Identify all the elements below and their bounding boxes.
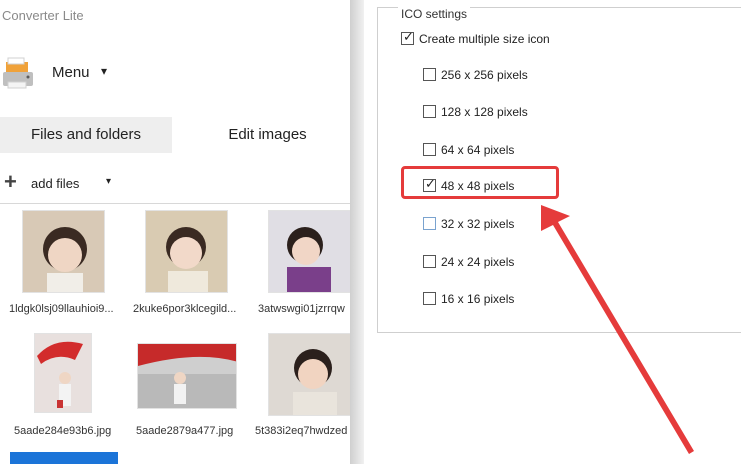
add-files-label: add files <box>31 176 80 191</box>
menu-button[interactable]: Menu ▾ <box>0 52 200 92</box>
file-name: 5aade284e93b6.jpg <box>14 425 112 437</box>
printer-icon <box>3 57 33 89</box>
size-24-checkbox[interactable]: 24 x 24 pixels <box>423 254 563 272</box>
add-files-button[interactable]: + add files ▾ <box>4 170 144 194</box>
size-32-checkbox[interactable]: 32 x 32 pixels <box>423 216 563 234</box>
size-128-checkbox[interactable]: 128 x 128 pixels <box>423 104 563 122</box>
size-64-checkbox[interactable]: 64 x 64 pixels <box>423 142 563 160</box>
selected-item-highlight[interactable] <box>10 452 118 464</box>
ico-settings-title: ICO settings <box>398 7 471 21</box>
settings-pane: ICO settings ✓ Create multiple size icon… <box>364 0 741 464</box>
file-browser-pane: Converter Lite Menu ▾ Files and folders … <box>0 0 350 464</box>
checkbox-box[interactable] <box>423 68 436 81</box>
size-16-checkbox[interactable]: 16 x 16 pixels <box>423 291 563 309</box>
file-thumbnail[interactable] <box>137 343 237 409</box>
file-name: 1ldgk0lsj09llauhioi9... <box>9 303 114 315</box>
chevron-down-icon: ▾ <box>101 64 108 78</box>
plus-icon: + <box>4 169 17 194</box>
option-label: 128 x 128 pixels <box>441 105 528 119</box>
checkbox-box[interactable] <box>423 143 436 156</box>
file-thumbnail[interactable] <box>34 333 92 413</box>
photo-image <box>37 341 83 408</box>
file-name: 5t383i2eq7hwdzed <box>255 425 348 437</box>
toolbar-divider <box>0 203 350 204</box>
app-title: Converter Lite <box>2 8 84 23</box>
checkbox-box[interactable] <box>423 105 436 118</box>
photo-image <box>293 349 337 415</box>
file-name: 5aade2879a477.jpg <box>136 425 234 437</box>
tab-edit-images[interactable]: Edit images <box>190 117 345 153</box>
photo-image <box>166 227 208 292</box>
checkbox-box[interactable] <box>423 255 436 268</box>
photo-image <box>43 227 87 292</box>
checkbox-box[interactable] <box>423 217 436 230</box>
tab-bar: Files and folders Edit images <box>0 117 350 153</box>
photo-image <box>138 344 236 408</box>
file-thumbnail[interactable] <box>268 210 350 293</box>
file-thumbnail[interactable] <box>268 333 350 416</box>
file-name: 3atwswgi01jzrrqw <box>258 303 345 315</box>
create-multiple-size-checkbox[interactable]: ✓ Create multiple size icon <box>401 29 601 49</box>
annotation-highlight-box <box>401 166 559 199</box>
size-256-checkbox[interactable]: 256 x 256 pixels <box>423 67 563 85</box>
option-label: Create multiple size icon <box>419 32 550 46</box>
option-label: 16 x 16 pixels <box>441 292 515 306</box>
file-thumbnail[interactable] <box>22 210 105 293</box>
option-label: 64 x 64 pixels <box>441 143 515 157</box>
option-label: 32 x 32 pixels <box>441 217 515 231</box>
checkbox-box[interactable]: ✓ <box>401 29 414 45</box>
option-label: 24 x 24 pixels <box>441 255 515 269</box>
chevron-down-icon: ▾ <box>106 176 112 187</box>
checkmark-icon: ✓ <box>403 29 414 44</box>
file-thumbnail[interactable] <box>145 210 228 293</box>
tab-files-and-folders[interactable]: Files and folders <box>0 117 172 153</box>
menu-label: Menu <box>52 64 90 81</box>
checkbox-box[interactable] <box>423 292 436 305</box>
file-name: 2kuke6por3klcegild... <box>133 303 237 315</box>
option-label: 256 x 256 pixels <box>441 68 528 82</box>
pane-splitter[interactable] <box>350 0 364 464</box>
photo-image <box>287 227 331 292</box>
